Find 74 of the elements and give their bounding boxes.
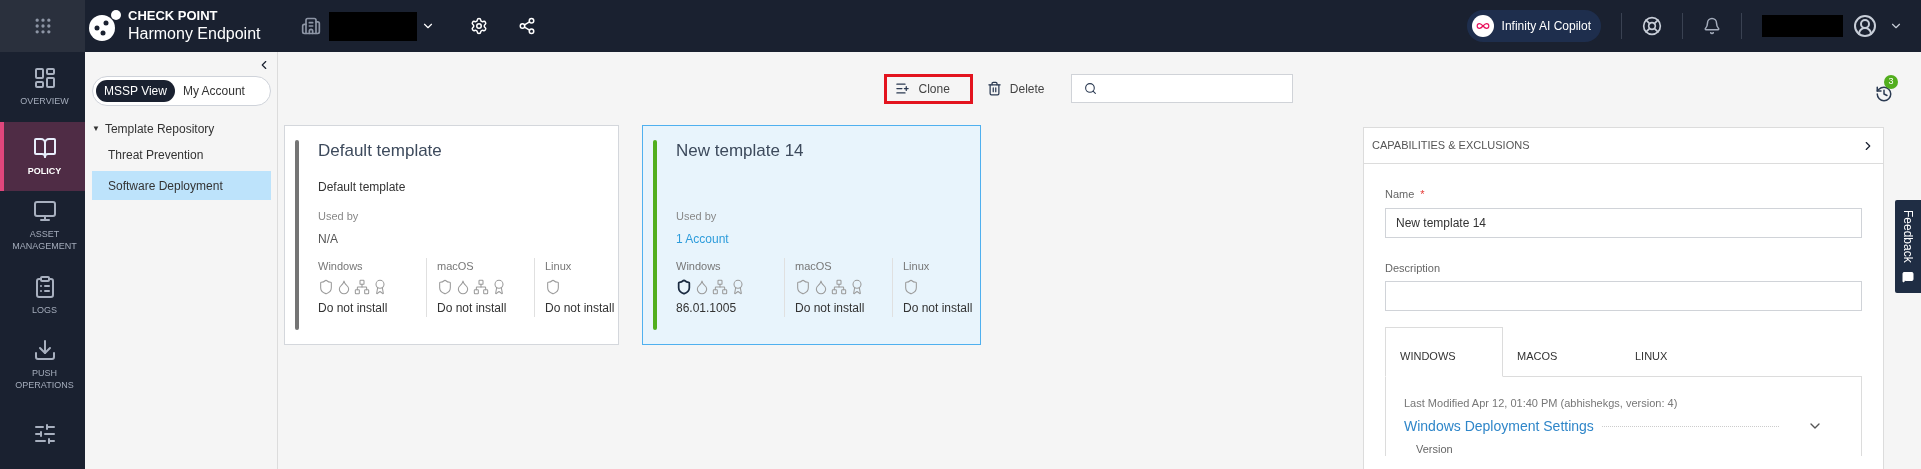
book-icon — [32, 135, 57, 160]
os-tab[interactable]: LINUX — [1621, 327, 1739, 377]
count-badge: 3 — [1884, 74, 1898, 89]
text-field[interactable]: New template 14 — [1385, 207, 1862, 238]
text-field[interactable] — [1385, 281, 1862, 311]
delete-button[interactable]: Delete — [978, 73, 1053, 104]
install-status: Do not install — [545, 299, 616, 317]
field-label: Version — [1415, 442, 1454, 456]
nav-label: POLICY — [27, 164, 62, 177]
os-name: macOS — [795, 259, 833, 274]
clone-button[interactable]: Clone — [884, 73, 973, 104]
card-title: Default template — [318, 140, 443, 162]
nav-item[interactable]: PUSH OPERATIONS — [0, 330, 85, 400]
install-status: Do not install — [795, 299, 866, 317]
template-card[interactable]: Default template Default template Used by N/A Windows Do not install macOS Do not install Linux Do not install — [284, 125, 619, 345]
tree-item[interactable]: Threat Prevention — [92, 140, 271, 169]
nav-item[interactable]: OVERVIEW — [0, 52, 85, 122]
expand-icon: ▼ — [92, 123, 100, 135]
card-title: New template 14 — [676, 140, 805, 162]
template-card[interactable]: New template 14 Used by 1 Account Windows 86.01.1005 macOS Do not install Linux Do not install — [642, 125, 981, 345]
field-label: Name — [1385, 187, 1415, 202]
nav-label: ASSET MANAGEMENT — [11, 228, 78, 253]
os-name: Windows — [676, 259, 722, 274]
view-tab[interactable]: MSSP View — [96, 80, 175, 102]
search-icon — [1083, 82, 1097, 95]
nav-label: LOGS — [32, 303, 57, 316]
trash-icon — [986, 81, 1002, 96]
logo-icon — [88, 9, 122, 43]
feedback-tab[interactable]: Feedback — [1895, 200, 1921, 293]
nav-item[interactable]: ASSET MANAGEMENT — [0, 191, 85, 261]
view-tab[interactable]: My Account — [174, 80, 253, 102]
nav-label: OVERVIEW — [20, 95, 69, 108]
brand-name: CHECK POINT — [128, 7, 219, 25]
avatar-icon[interactable] — [1853, 14, 1877, 38]
help-icon[interactable] — [1642, 16, 1662, 36]
card-description: Default template — [318, 179, 406, 194]
install-status: Do not install — [903, 299, 974, 317]
chat-icon — [1902, 270, 1914, 283]
product-name: Harmony Endpoint — [128, 24, 261, 45]
panel-title: CAPABILITIES & EXCLUSIONS — [1372, 138, 1530, 154]
os-name: Linux — [903, 259, 931, 274]
os-tab[interactable]: WINDOWS — [1385, 327, 1503, 377]
tree-item[interactable]: Software Deployment — [92, 171, 271, 200]
used-by-label: Used by — [676, 208, 718, 224]
used-by-label: Used by — [318, 208, 360, 224]
infinity-icon — [1471, 15, 1494, 37]
install-status: Do not install — [318, 299, 389, 317]
copilot-button[interactable]: Infinity AI Copilot — [1466, 10, 1601, 42]
install-status: Do not install — [437, 299, 508, 317]
share-icon[interactable] — [517, 17, 536, 35]
field-label: Description — [1385, 260, 1441, 276]
tree-node[interactable]: ▼ Template Repository — [92, 120, 271, 138]
building-icon[interactable] — [300, 16, 321, 36]
required-mark: * — [1420, 187, 1425, 202]
nav-label: PUSH OPERATIONS — [14, 367, 75, 392]
os-name: Linux — [545, 259, 573, 274]
section-title[interactable]: Windows Deployment Settings — [1404, 415, 1594, 437]
last-modified-text: Last Modified Apr 12, 01:40 PM (abhishekgs, version: 4) — [1404, 396, 1679, 411]
dashboard-icon — [32, 66, 57, 91]
nav-item[interactable]: POLICY — [0, 121, 85, 191]
history-icon — [1875, 84, 1893, 103]
used-by-value: N/A — [318, 231, 339, 248]
list-plus-icon — [895, 81, 911, 96]
settings-icon[interactable] — [469, 17, 488, 35]
sliders-icon — [32, 422, 57, 447]
os-tab[interactable]: MACOS — [1503, 327, 1621, 377]
search-field[interactable] — [1070, 74, 1293, 103]
os-name: macOS — [437, 259, 475, 274]
monitor-icon — [32, 199, 57, 224]
bell-icon[interactable] — [1703, 17, 1721, 35]
nav-item[interactable]: LOGS — [0, 260, 85, 330]
os-name: Windows — [318, 259, 364, 274]
install-status: 86.01.1005 — [676, 299, 738, 317]
download-icon — [32, 338, 57, 363]
